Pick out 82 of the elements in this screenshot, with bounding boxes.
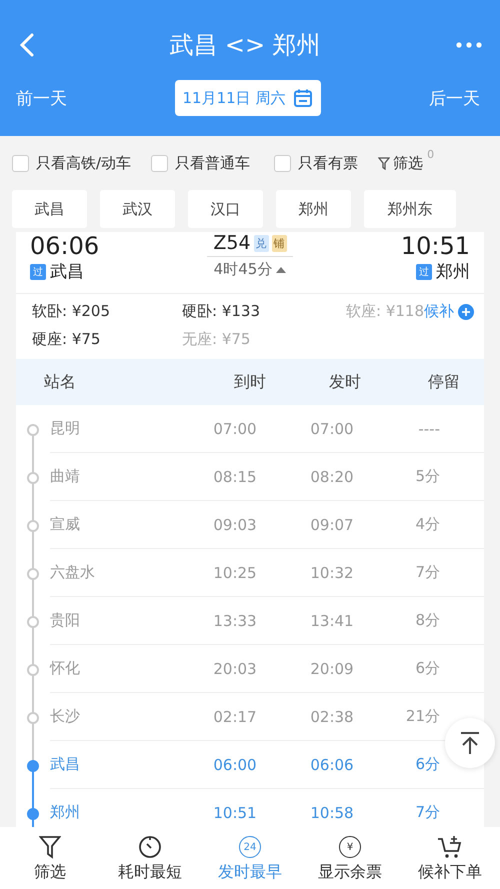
arrive-cell-text: 13:33 bbox=[212, 612, 258, 630]
station-cell-text: 怀化 bbox=[50, 659, 81, 678]
arrive-cell-text: 09:03 bbox=[212, 516, 258, 534]
station-cell-text: 武昌 bbox=[50, 755, 81, 774]
station-chip[interactable]: 郑州东 bbox=[364, 190, 456, 228]
station-chip[interactable]: 汉口 bbox=[188, 190, 263, 228]
column-header: 站名 bbox=[44, 372, 77, 392]
plus-icon bbox=[458, 304, 474, 320]
caret-icon bbox=[276, 266, 286, 273]
station-cell-text: 郑州 bbox=[50, 803, 81, 822]
arrival-time: 10:51 bbox=[400, 232, 470, 260]
filter-checkbox[interactable]: 只看有票 bbox=[274, 154, 358, 172]
depart-cell-text: 10:58 bbox=[309, 804, 355, 822]
calendar-icon bbox=[293, 88, 314, 108]
column-header: 发时 bbox=[328, 372, 362, 392]
station-cell-text: 昆明 bbox=[50, 419, 81, 438]
stay-cell-text: 8分 bbox=[414, 611, 440, 630]
bottom-tab[interactable]: 耗时最短 bbox=[100, 827, 200, 889]
seat-price: 无座: ¥75 bbox=[182, 330, 250, 349]
arrive-cell-text: 08:15 bbox=[212, 468, 258, 486]
seat-price: 硬座: ¥75 bbox=[32, 330, 100, 349]
stay-cell-text: 4分 bbox=[414, 515, 440, 534]
arrive-cell-text: 07:00 bbox=[212, 420, 258, 438]
arrival-station: 郑州 bbox=[436, 261, 470, 283]
bottom-tab[interactable]: 筛选 bbox=[0, 827, 100, 889]
depart-cell-text: 02:38 bbox=[309, 708, 355, 726]
timer-icon bbox=[138, 835, 162, 859]
station-chip[interactable]: 郑州 bbox=[276, 190, 351, 228]
filter-checkbox[interactable]: 只看普通车 bbox=[151, 154, 250, 172]
depart-cell-text: 07:00 bbox=[309, 420, 355, 438]
funnel-icon bbox=[39, 835, 61, 859]
station-cell-text: 六盘水 bbox=[50, 563, 96, 582]
depart-cell-text: 10:32 bbox=[309, 564, 355, 582]
bottom-tab[interactable]: ¥ 显示余票 bbox=[300, 827, 400, 889]
column-header: 停留 bbox=[427, 372, 460, 392]
depart-cell-text: 08:20 bbox=[309, 468, 355, 486]
stay-cell-text: 6分 bbox=[414, 755, 440, 774]
depart-cell-text: 06:06 bbox=[309, 756, 355, 774]
station-cell-text: 长沙 bbox=[50, 707, 81, 726]
stay-cell-text: 7分 bbox=[414, 563, 440, 582]
stay-cell-text: 7分 bbox=[414, 803, 440, 822]
stay-cell-text: 6分 bbox=[414, 659, 440, 678]
depart-cell-text: 09:07 bbox=[309, 516, 355, 534]
back-icon[interactable] bbox=[20, 33, 34, 57]
station-cell-text: 曲靖 bbox=[50, 467, 81, 486]
funnel-icon bbox=[378, 156, 390, 170]
departure-time: 06:06 bbox=[30, 232, 100, 260]
train-tag: 铺 bbox=[272, 234, 287, 252]
circle-icon: ¥ bbox=[339, 836, 361, 858]
stay-cell-text: 5分 bbox=[414, 467, 440, 486]
cart-icon bbox=[437, 835, 463, 859]
departure-station: 武昌 bbox=[50, 261, 84, 283]
arrive-cell-text: 20:03 bbox=[212, 660, 258, 678]
more-icon[interactable] bbox=[456, 42, 482, 48]
train-tag: 兑 bbox=[254, 234, 269, 252]
arrive-cell-text: 02:17 bbox=[212, 708, 258, 726]
station-cell-text: 宣威 bbox=[50, 515, 81, 534]
filter-checkbox[interactable]: 只看高铁/动车 bbox=[12, 154, 132, 172]
duration-toggle[interactable]: 4时45分 bbox=[214, 257, 286, 279]
filter-button[interactable]: 筛选 bbox=[378, 154, 424, 172]
circle-icon: 24 bbox=[239, 836, 261, 858]
arrive-cell-text: 06:00 bbox=[212, 756, 258, 774]
pass-tag: 过 bbox=[416, 264, 432, 280]
station-cell-text: 贵阳 bbox=[50, 611, 81, 630]
stay-cell-text: 21分 bbox=[404, 707, 440, 726]
station-chip[interactable]: 武汉 bbox=[100, 190, 175, 228]
bottom-tab[interactable]: 候补下单 bbox=[400, 827, 500, 889]
seat-price: 硬卧: ¥133 bbox=[182, 302, 260, 321]
pass-tag: 过 bbox=[30, 264, 46, 280]
seat-price: 软卧: ¥205 bbox=[32, 302, 110, 321]
train-number: Z54 bbox=[213, 232, 251, 254]
arrow-up-icon bbox=[460, 731, 480, 755]
depart-cell-text: 13:41 bbox=[309, 612, 355, 630]
seat-price: 软座: ¥118 bbox=[346, 302, 424, 321]
arrive-cell-text: 10:25 bbox=[212, 564, 258, 582]
depart-cell-text: 20:09 bbox=[309, 660, 355, 678]
route-title: 武昌 <> 郑州 bbox=[169, 30, 321, 61]
filter-count: 0 bbox=[427, 148, 434, 161]
station-chip[interactable]: 武昌 bbox=[12, 190, 87, 228]
arrive-cell-text: 10:51 bbox=[212, 804, 258, 822]
column-header: 到时 bbox=[233, 372, 267, 392]
stay-cell-text: ---- bbox=[417, 420, 440, 438]
